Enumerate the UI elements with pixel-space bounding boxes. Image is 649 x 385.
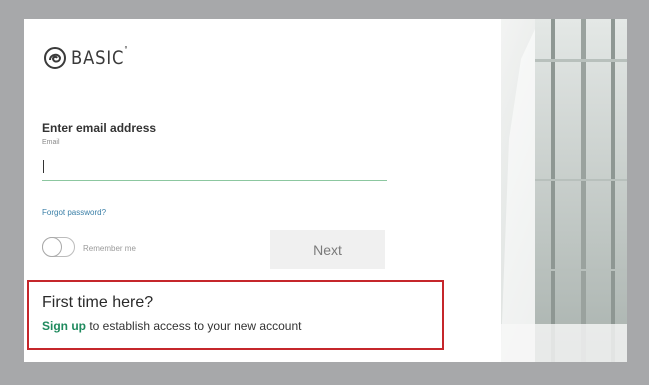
remember-me-toggle[interactable]	[42, 237, 75, 257]
next-button[interactable]: Next	[270, 230, 385, 269]
email-heading: Enter email address	[42, 121, 157, 135]
sign-up-link[interactable]: Sign up	[42, 319, 86, 333]
toggle-knob	[42, 237, 62, 257]
text-cursor	[43, 160, 44, 173]
signup-message: Sign up to establish access to your new …	[42, 319, 301, 333]
forgot-password-link[interactable]: Forgot password?	[42, 208, 106, 217]
background-photo	[501, 19, 627, 362]
email-label: Email	[42, 139, 60, 146]
email-input[interactable]	[42, 154, 387, 181]
signup-message-text: to establish access to your new account	[86, 319, 302, 333]
basic-swirl-logo-icon	[44, 47, 66, 69]
first-time-highlight	[27, 280, 444, 350]
brand-name: BASIC°	[71, 45, 129, 69]
first-time-title: First time here?	[42, 294, 154, 311]
brand-logo: BASIC°	[44, 45, 138, 69]
remember-me-label: Remember me	[83, 244, 136, 253]
